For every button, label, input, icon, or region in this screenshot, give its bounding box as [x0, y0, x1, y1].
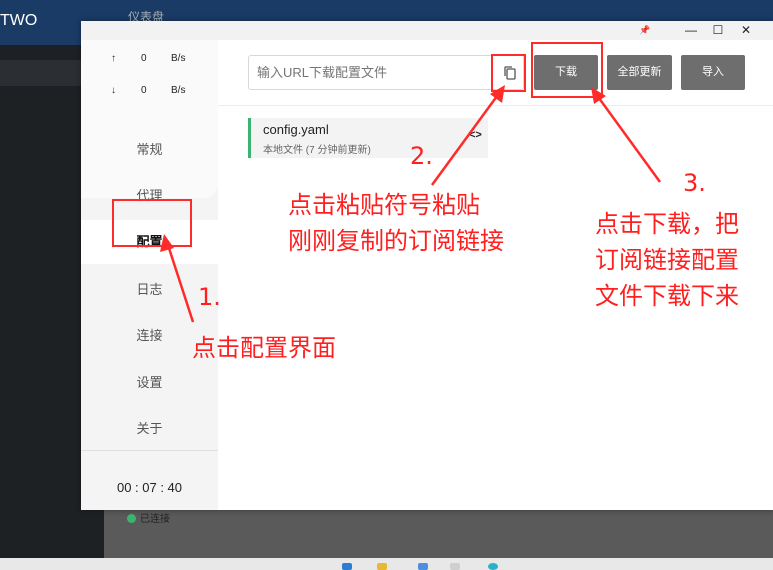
profile-subtitle: 本地文件 (7 分钟前更新)	[263, 145, 371, 156]
sidebar-item-general[interactable]: 常规	[81, 128, 218, 172]
toolbar-divider	[218, 105, 773, 106]
profiles-page: 下载 全部更新 导入 config.yaml 本地文件 (7 分钟前更新) <>	[218, 40, 773, 510]
step1-text: 点击配置界面	[192, 334, 336, 362]
minimize-button[interactable]: —	[679, 22, 703, 39]
step2-number: 2.	[410, 142, 433, 170]
taskbar-folder-icon[interactable]	[377, 563, 387, 570]
pin-icon[interactable]: 📌	[633, 22, 657, 39]
connection-status-label: 已连接	[140, 514, 170, 525]
step3-number: 3.	[683, 169, 706, 197]
upload-unit: B/s	[171, 53, 186, 64]
step3-text-line1: 点击下载，把	[595, 210, 739, 238]
sidebar-item-about[interactable]: 关于	[81, 407, 218, 451]
upload-value: 0	[141, 53, 147, 64]
download-arrow-icon: ↓	[111, 85, 116, 96]
highlight-profiles-tab	[112, 199, 192, 247]
sidebar-item-settings[interactable]: 设置	[81, 361, 218, 405]
url-input[interactable]	[248, 55, 524, 90]
status-dot-icon	[127, 514, 136, 523]
sidebar-divider	[81, 450, 218, 451]
upload-arrow-icon: ↑	[111, 53, 116, 64]
sidebar: ↑ 0 B/s ↓ 0 B/s 常规 代理 配置 日志 连接 设置 关于 00 …	[81, 40, 218, 525]
taskbar-app-icon[interactable]	[418, 563, 428, 570]
edit-code-icon[interactable]: <>	[469, 129, 482, 141]
step1-number: 1.	[198, 283, 221, 311]
profile-card[interactable]: config.yaml 本地文件 (7 分钟前更新) <>	[248, 118, 488, 158]
taskbar-browser-icon[interactable]	[488, 563, 498, 570]
uptime-timer: 00 : 07 : 40	[116, 480, 183, 495]
maximize-button[interactable]: ☐	[706, 22, 730, 39]
title-bar: 📌 — ☐ ✕	[81, 21, 773, 40]
taskbar-start-icon[interactable]	[342, 563, 352, 570]
taskbar-app-icon[interactable]	[450, 563, 460, 570]
step3-text-line2: 订阅链接配置	[595, 246, 739, 274]
import-button[interactable]: 导入	[681, 55, 745, 90]
highlight-download-button	[531, 42, 603, 98]
step3-text-line3: 文件下载下来	[595, 282, 739, 310]
close-button[interactable]: ✕	[734, 22, 758, 39]
download-value: 0	[141, 85, 147, 96]
background-app-title: TWO	[0, 12, 38, 29]
step2-text-line2: 刚刚复制的订阅链接	[288, 227, 504, 255]
profile-name: config.yaml	[263, 122, 329, 137]
connection-status: 已连接	[127, 510, 170, 525]
update-all-button[interactable]: 全部更新	[607, 55, 672, 90]
background-top-bar	[104, 0, 773, 21]
download-unit: B/s	[171, 85, 186, 96]
step2-text-line1: 点击粘贴符号粘贴	[288, 191, 480, 219]
highlight-paste-icon	[491, 54, 526, 92]
